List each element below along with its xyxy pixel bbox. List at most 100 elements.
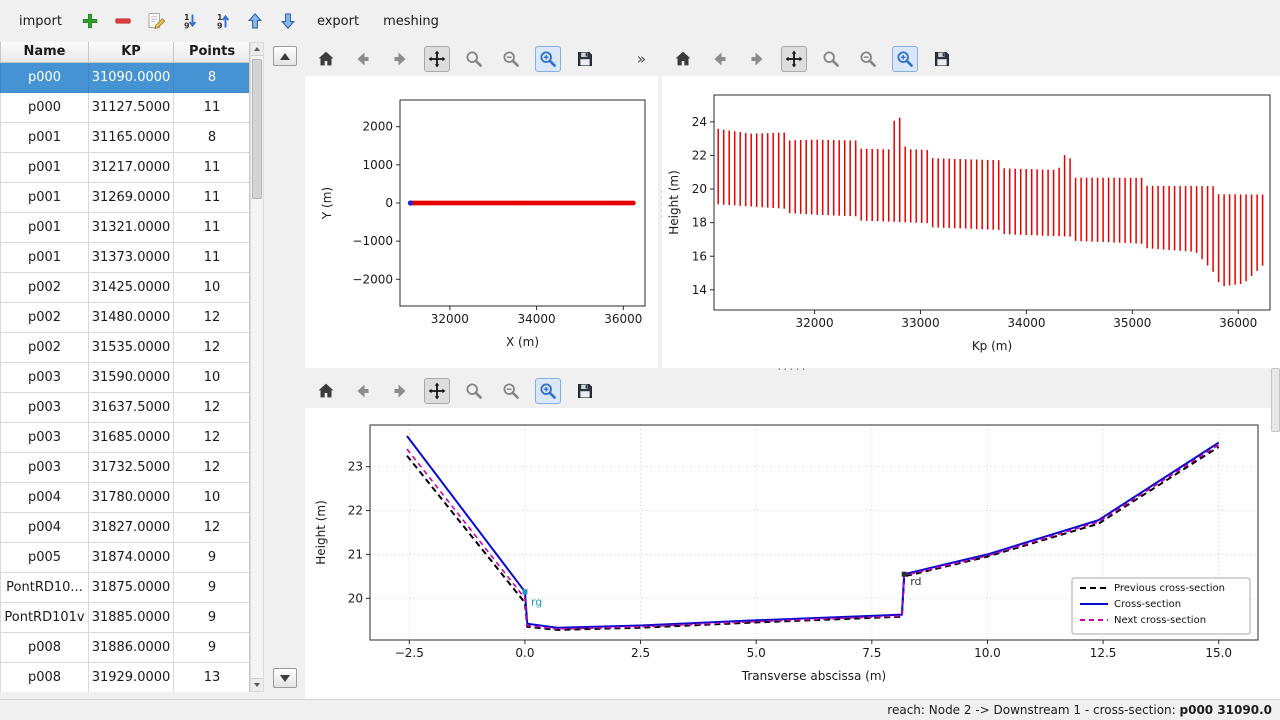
home-icon[interactable] bbox=[670, 46, 696, 72]
customize-icon[interactable] bbox=[535, 378, 561, 404]
table-cell: p002 bbox=[1, 272, 89, 302]
right-scrollbar-thumb[interactable] bbox=[1271, 368, 1280, 432]
table-scrollbar[interactable] bbox=[250, 42, 264, 692]
side-button-column bbox=[264, 42, 305, 692]
table-row[interactable]: p00331685.000012 bbox=[1, 422, 251, 452]
move-up-icon[interactable] bbox=[242, 8, 269, 35]
back-icon[interactable] bbox=[350, 378, 376, 404]
export-button[interactable]: export bbox=[308, 10, 368, 33]
home-icon[interactable] bbox=[313, 378, 339, 404]
table-row[interactable]: p00231480.000012 bbox=[1, 302, 251, 332]
save-icon[interactable] bbox=[572, 378, 598, 404]
zoom-icon[interactable] bbox=[818, 46, 844, 72]
svg-text:Cross-section: Cross-section bbox=[1114, 599, 1181, 610]
plan-plot-canvas[interactable]: 320003400036000−2000−1000010002000X (m)Y… bbox=[305, 76, 658, 368]
table-cell: p001 bbox=[1, 152, 89, 182]
import-button[interactable]: import bbox=[10, 10, 71, 33]
column-header-name[interactable]: Name bbox=[1, 42, 89, 62]
add-icon[interactable] bbox=[77, 8, 104, 35]
meshing-button[interactable]: meshing bbox=[374, 10, 448, 33]
svg-text:22: 22 bbox=[692, 148, 707, 162]
plots-area: » 320003400036000−2000−1000010002000X (m… bbox=[305, 42, 1280, 699]
column-header-points[interactable]: Points bbox=[174, 42, 251, 62]
svg-text:36000: 36000 bbox=[1219, 316, 1257, 330]
table-cell: 12 bbox=[174, 512, 251, 542]
zoom-icon[interactable] bbox=[461, 378, 487, 404]
sort-ascending-icon[interactable]: 19 bbox=[209, 8, 236, 35]
table-row[interactable]: p00831886.00009 bbox=[1, 632, 251, 662]
back-icon[interactable] bbox=[350, 46, 376, 72]
table-row[interactable]: p00131217.000011 bbox=[1, 152, 251, 182]
table-cell: 11 bbox=[174, 92, 251, 122]
subplots-icon[interactable] bbox=[498, 378, 524, 404]
svg-text:10.0: 10.0 bbox=[974, 646, 1001, 660]
customize-icon[interactable] bbox=[535, 46, 561, 72]
save-icon[interactable] bbox=[929, 46, 955, 72]
table-row[interactable]: p00031127.500011 bbox=[1, 92, 251, 122]
table-row[interactable]: p00431780.000010 bbox=[1, 482, 251, 512]
table-row[interactable]: p00331590.000010 bbox=[1, 362, 251, 392]
table-cell: 11 bbox=[174, 152, 251, 182]
plan-plot-panel: » 320003400036000−2000−1000010002000X (m… bbox=[305, 42, 658, 368]
table-cell: p005 bbox=[1, 542, 89, 572]
section-down-button[interactable] bbox=[273, 668, 297, 688]
table-row[interactable]: p00131321.000011 bbox=[1, 212, 251, 242]
svg-text:rd: rd bbox=[910, 575, 921, 588]
forward-icon[interactable] bbox=[387, 378, 413, 404]
move-down-icon[interactable] bbox=[275, 8, 302, 35]
home-icon[interactable] bbox=[313, 46, 339, 72]
table-row[interactable]: p00231425.000010 bbox=[1, 272, 251, 302]
svg-text:Kp (m): Kp (m) bbox=[972, 339, 1012, 353]
svg-text:33000: 33000 bbox=[901, 316, 939, 330]
table-row[interactable]: p00131269.000011 bbox=[1, 182, 251, 212]
subplots-icon[interactable] bbox=[855, 46, 881, 72]
forward-icon[interactable] bbox=[387, 46, 413, 72]
table-cell: 31480.0000 bbox=[89, 302, 174, 332]
remove-icon[interactable] bbox=[110, 8, 137, 35]
table-row[interactable]: PontRD101v31885.00009 bbox=[1, 602, 251, 632]
table-cell: 31590.0000 bbox=[89, 362, 174, 392]
table-row[interactable]: p00431827.000012 bbox=[1, 512, 251, 542]
svg-text:15.0: 15.0 bbox=[1205, 646, 1232, 660]
save-icon[interactable] bbox=[572, 46, 598, 72]
pan-icon[interactable] bbox=[781, 46, 807, 72]
table-row[interactable]: p00331732.500012 bbox=[1, 452, 251, 482]
column-header-kp[interactable]: KP bbox=[89, 42, 174, 62]
back-icon[interactable] bbox=[707, 46, 733, 72]
svg-text:24: 24 bbox=[692, 115, 707, 129]
customize-icon[interactable] bbox=[892, 46, 918, 72]
svg-text:−2000: −2000 bbox=[352, 272, 393, 286]
table-row[interactable]: p00331637.500012 bbox=[1, 392, 251, 422]
table-cell: 9 bbox=[174, 632, 251, 662]
toolbar-overflow-button[interactable]: » bbox=[633, 50, 650, 68]
section-up-button[interactable] bbox=[273, 46, 297, 66]
table-cell: p001 bbox=[1, 182, 89, 212]
scrollbar-down-button[interactable] bbox=[251, 678, 263, 691]
svg-text:36000: 36000 bbox=[604, 312, 642, 326]
scrollbar-up-button[interactable] bbox=[251, 43, 263, 56]
longitudinal-plot-canvas[interactable]: 3200033000340003500036000141618202224Kp … bbox=[662, 76, 1280, 368]
sort-descending-icon[interactable]: 19 bbox=[176, 8, 203, 35]
table-row[interactable]: p00031090.00008 bbox=[1, 62, 251, 92]
table-row[interactable]: p00831929.000013 bbox=[1, 662, 251, 692]
table-cell: p000 bbox=[1, 92, 89, 122]
pan-icon[interactable] bbox=[424, 46, 450, 72]
table-row[interactable]: p00131165.00008 bbox=[1, 122, 251, 152]
svg-text:Next cross-section: Next cross-section bbox=[1114, 615, 1206, 626]
table-row[interactable]: p00131373.000011 bbox=[1, 242, 251, 272]
edit-icon[interactable] bbox=[143, 8, 170, 35]
table-cell: p008 bbox=[1, 662, 89, 692]
table-row[interactable]: p00231535.000012 bbox=[1, 332, 251, 362]
pan-icon[interactable] bbox=[424, 378, 450, 404]
subplots-icon[interactable] bbox=[498, 46, 524, 72]
table-row[interactable]: PontRD10...31875.00009 bbox=[1, 572, 251, 602]
forward-icon[interactable] bbox=[744, 46, 770, 72]
svg-text:35000: 35000 bbox=[1113, 316, 1151, 330]
zoom-icon[interactable] bbox=[461, 46, 487, 72]
table-row[interactable]: p00531874.00009 bbox=[1, 542, 251, 572]
scrollbar-thumb[interactable] bbox=[252, 59, 262, 199]
svg-text:0.0: 0.0 bbox=[515, 646, 534, 660]
cross-section-plot-canvas[interactable]: −2.50.02.55.07.510.012.515.020212223Tran… bbox=[305, 408, 1280, 699]
table-cell: 31732.5000 bbox=[89, 452, 174, 482]
table-cell: PontRD10... bbox=[1, 572, 89, 602]
